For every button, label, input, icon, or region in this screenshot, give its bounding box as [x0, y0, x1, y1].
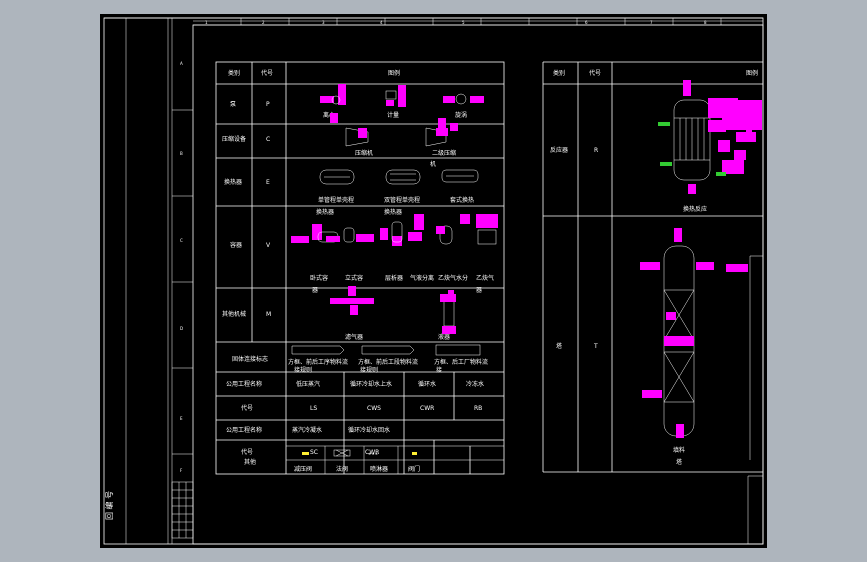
vessel-label-1: 卧式容	[310, 274, 328, 282]
utility-name-1: 低压蒸汽	[296, 380, 320, 388]
utility-code-4: RB	[474, 405, 482, 412]
vessel-label-6: 气液分离	[410, 274, 434, 282]
row-connection-category: 固体连接标志	[232, 355, 268, 363]
utility-code-3: CWR	[420, 405, 434, 412]
reactor-label: 换热反应	[683, 205, 707, 213]
row-compressor-code: C	[266, 136, 270, 143]
others-label: 其他	[244, 458, 256, 466]
row-exchanger-category: 换热器	[224, 178, 242, 186]
zone-label-left-c: C	[180, 238, 183, 243]
row-machinery-category: 其他机械	[222, 310, 246, 318]
connection-label-3: 方框、前后工段物料流	[358, 358, 418, 366]
exchanger-label-5: 换热器	[384, 208, 402, 216]
utility-code-5: SC	[310, 449, 318, 456]
vessel-label-7: 乙炔气水分	[438, 274, 468, 282]
vessel-label-8: 乙炔气	[476, 274, 494, 282]
row-compressor-category: 压缩设备	[222, 135, 246, 143]
vessel-label-3: 器	[312, 287, 318, 294]
connection-label-1: 方框、前后工序物料流	[288, 358, 348, 366]
exchanger-label-1: 单管程单壳程	[318, 196, 354, 204]
utility-code-label-2: 代号	[241, 448, 253, 456]
exchanger-label-2: 双管程单壳程	[384, 196, 420, 204]
pump-label-vortex: 旋涡	[455, 111, 467, 119]
pump-label-metering: 计量	[387, 111, 399, 119]
right-header-code: 代号	[589, 69, 601, 77]
tower-label-1: 填料	[673, 446, 685, 454]
svg-text:∗∗∗: ∗∗∗	[368, 451, 378, 456]
utility-name-label-1: 公用工程名称	[226, 380, 262, 388]
left-header-code: 代号	[261, 69, 273, 77]
vessel-label-2: 立式容	[345, 274, 363, 282]
connection-label-4: 接规则	[360, 366, 378, 374]
connection-label-5: 方框、后工厂物料流	[434, 358, 488, 366]
others-item-3: 喷淋器	[370, 465, 388, 473]
zone-label-left-b: B	[180, 151, 183, 156]
utility-code-label-1: 代号	[241, 404, 253, 412]
row-vessel-category: 容器	[230, 241, 242, 249]
connection-label-6: 接	[436, 366, 442, 374]
left-header-category: 类别	[228, 69, 240, 77]
compressor-label-1: 压缩机	[355, 149, 373, 157]
row-reactor-category: 反应器	[550, 146, 568, 154]
right-header-category: 类别	[553, 69, 565, 77]
connection-label-2: 接规则	[294, 366, 312, 374]
row-reactor-code: R	[594, 147, 598, 154]
utility-name-label-2: 公用工程名称	[226, 426, 262, 434]
others-item-4: 阀门	[408, 465, 420, 473]
utility-name-3: 循环水	[418, 380, 436, 388]
compressor-label-3: 机	[430, 160, 436, 168]
zone-label-left-d: D	[180, 326, 183, 331]
row-machinery-code: M	[266, 311, 271, 318]
left-header-legend: 图例	[388, 69, 400, 77]
row-pump-code: P	[266, 101, 270, 108]
drawing-sheet: A B C D E F 回 编 号 1 2 3 4 5 6 7 8 类别 代号 …	[100, 14, 767, 548]
utility-name-6: 循环冷却水回水	[348, 426, 390, 434]
zone-label-left-a: A	[180, 61, 183, 66]
row-tower-category: 塔	[556, 342, 562, 350]
row-tower-code: T	[593, 343, 598, 350]
vessel-label-9: 器	[476, 287, 482, 294]
exchanger-label-4: 换热器	[316, 208, 334, 216]
vessel-label-5: 层析器	[385, 274, 403, 282]
utility-code-2: CWS	[367, 405, 381, 412]
others-item-2: 法阀	[336, 465, 348, 473]
others-item-1: 减压阀	[294, 465, 312, 473]
utility-name-2: 循环冷却水上水	[350, 380, 392, 388]
exchanger-label-3: 套式换热	[450, 196, 474, 204]
utility-name-5: 蒸汽冷凝水	[292, 426, 322, 434]
tower-label-2: 塔	[676, 458, 682, 466]
utility-name-4: 冷冻水	[466, 380, 484, 388]
row-pump-category: 泵	[230, 101, 236, 108]
machinery-label-2: 液器	[438, 333, 450, 341]
row-exchanger-code: E	[266, 179, 270, 186]
machinery-label-1: 滤气器	[345, 333, 363, 341]
compressor-label-2: 二级压缩	[432, 149, 456, 157]
right-header-legend: 图例	[746, 69, 758, 77]
binding-stamp-text: 回 编 号	[104, 491, 114, 520]
utility-code-1: LS	[310, 405, 317, 412]
